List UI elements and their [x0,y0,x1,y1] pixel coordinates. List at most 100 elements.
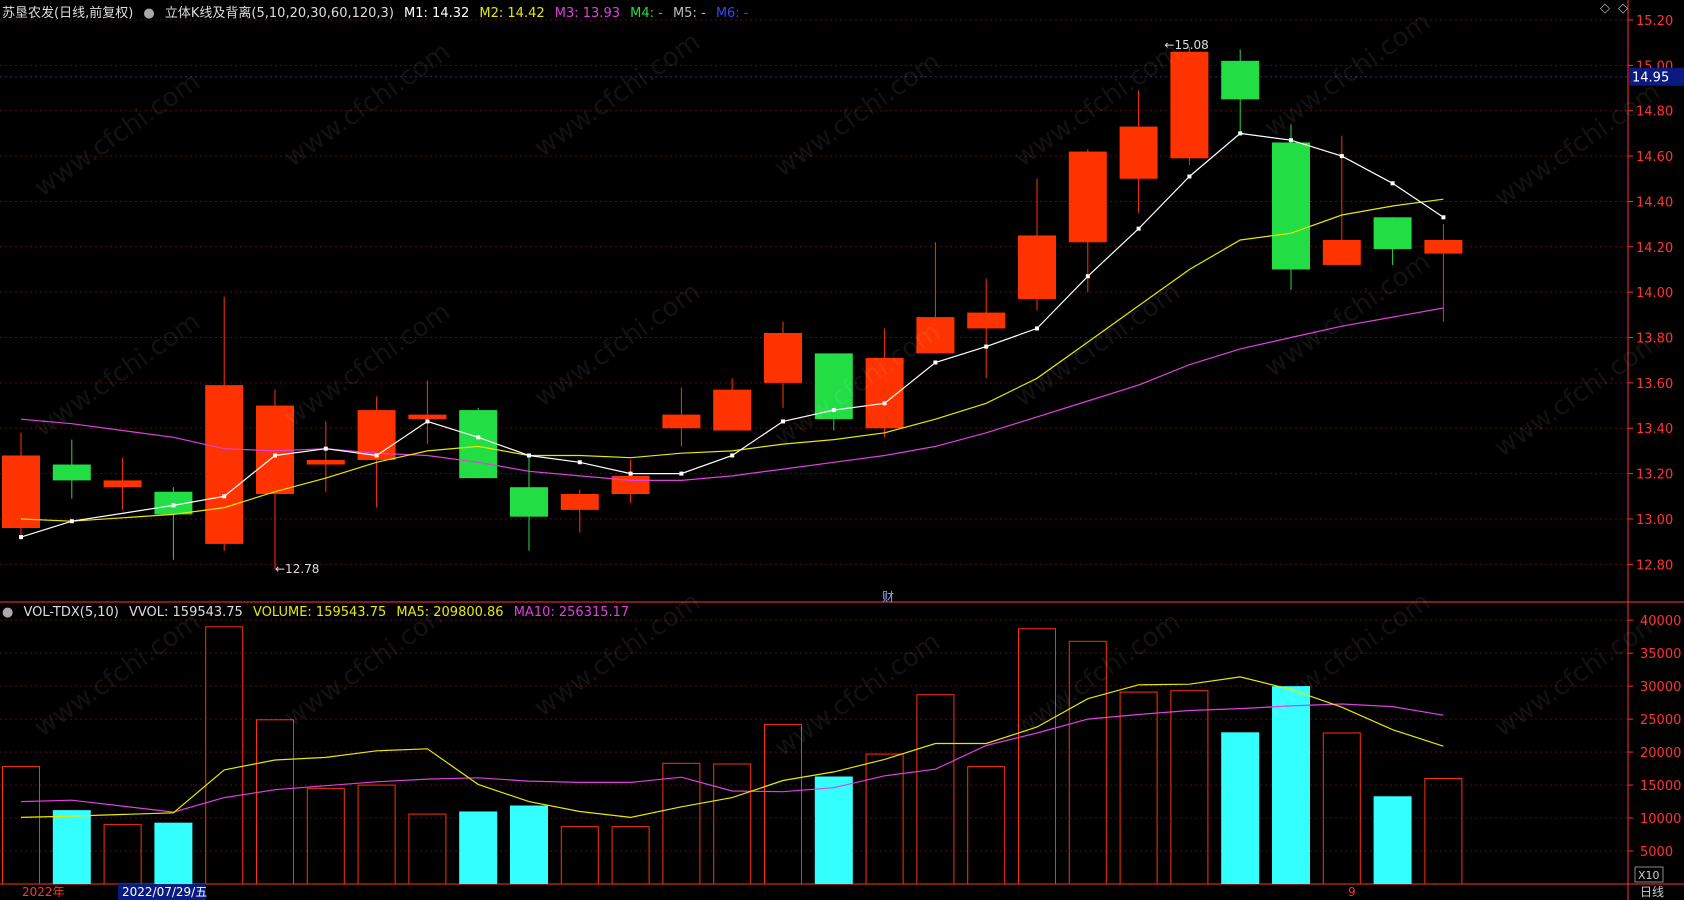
volume-indicator-name[interactable]: VOL-TDX(5,10) [23,605,118,620]
diamond-outline-icon[interactable]: ◇ [1618,1,1628,16]
volume-bar[interactable] [103,824,142,885]
price-tick-label: 13.40 [1636,422,1673,437]
volume-tick-label: 35000 [1640,647,1681,662]
price-tick-label: 14.60 [1636,150,1673,165]
candle-body[interactable] [1272,142,1310,270]
candle-body[interactable] [205,385,244,544]
ma-white-line-point [1035,326,1039,331]
candle-body[interactable] [916,317,955,354]
volume-bar[interactable] [1119,691,1158,885]
volume-bar[interactable] [2,766,40,885]
volume-bar[interactable] [1068,640,1107,885]
candle-body[interactable] [1424,239,1463,254]
candle-body[interactable] [52,464,91,481]
candle-body[interactable] [459,410,498,479]
ma-white-line-point [781,419,785,424]
ma-white-line-point [476,435,481,440]
volume-bar[interactable] [764,723,802,885]
volume-bar[interactable] [1373,796,1412,884]
ma-white-line-point [1187,174,1192,179]
ma-white-line-point [933,360,938,365]
cursor-date-label: 2022/07/29/五 [122,885,207,899]
volume-tick-label: 20000 [1640,746,1681,761]
volume-bar[interactable] [967,766,1006,885]
volume-bar[interactable] [154,822,193,884]
volume-bar[interactable] [1272,686,1310,884]
m1-value: M1: 14.32 [404,6,470,21]
stock-chart[interactable]: 15.2015.0014.8014.6014.4014.2014.0013.80… [0,0,1684,900]
m4-value: M4: - [630,6,663,21]
price-tick-label: 14.20 [1636,241,1673,256]
volume-bar[interactable] [916,694,955,885]
ma-white-line-point [679,471,684,476]
volume-bar[interactable] [306,787,345,885]
volume-bar[interactable] [510,805,548,884]
price-header: 苏垦农发(日线,前复权) ● 立体K线及背离(5,10,20,30,60,120… [2,2,755,21]
price-tick-label: 13.80 [1636,332,1673,347]
ma-white-line-point [831,408,836,413]
volume-bar[interactable] [611,826,650,885]
ma-white-line-point [374,453,379,458]
volume-bar[interactable] [1018,628,1056,885]
ma-white-line-point [1085,274,1090,279]
low-price-label: ←12.78 [275,562,319,576]
volume-bar[interactable] [814,776,853,884]
ma-white-line-point [527,453,531,458]
m3-value: M3: 13.93 [554,6,620,21]
candle-body[interactable] [662,414,701,429]
volume-bar[interactable] [713,763,752,885]
candle-body[interactable] [1373,217,1412,250]
price-tick-label: 14.40 [1636,195,1673,210]
candle-body[interactable] [103,480,142,488]
indicator-name[interactable]: 立体K线及背离(5,10,20,30,60,120,3) [165,6,394,21]
candle-body[interactable] [1068,151,1107,243]
candle-body[interactable] [611,475,650,495]
ma-white-line-point [1339,154,1344,159]
diamond-icon[interactable]: ◇ [1600,1,1610,16]
period-label: 日线 [1640,885,1664,899]
ma-white-line-point [19,535,23,540]
candle-body[interactable] [1018,235,1056,299]
price-tick-label: 14.00 [1636,286,1673,301]
candle-body[interactable] [764,332,802,383]
volume-bar[interactable] [560,826,599,885]
volume-bar[interactable] [662,762,701,885]
vvol-value: VVOL: 159543.75 [128,605,243,620]
volume-bar[interactable] [357,784,396,885]
ma-white-line-point [628,471,633,476]
candle-body[interactable] [713,389,752,431]
volume-bar[interactable] [52,810,91,884]
vol-ma10-value: MA10: 256315.17 [513,605,630,620]
volume-bar[interactable] [408,813,447,885]
high-price-label: ←15.08 [1164,38,1208,52]
volume-tick-label: 5000 [1640,845,1673,860]
stock-name[interactable]: 苏垦农发(日线,前复权) [2,6,133,21]
candle-body[interactable] [1322,239,1361,265]
candle-body[interactable] [1119,126,1158,179]
volume-bar[interactable] [1322,732,1361,885]
candle-body[interactable] [510,487,548,517]
ma-white-line-point [1390,181,1395,186]
ma-white-line-point [984,344,989,349]
ma-white-line-point [69,519,74,524]
candle-body[interactable] [560,494,599,510]
candle-body[interactable] [2,455,40,529]
price-tick-label: 12.80 [1636,558,1673,573]
candle-body[interactable] [408,414,447,420]
year-label: 2022年 [22,885,65,899]
ma-white-line-point [323,446,328,451]
volume-bar[interactable] [1170,690,1209,885]
volume-bar[interactable] [1221,732,1260,884]
volume-bar[interactable] [459,811,498,884]
candle-body[interactable] [967,312,1006,329]
volume-bar[interactable] [205,626,244,885]
volume-bar[interactable] [256,719,294,885]
ma-white-line-point [1289,138,1293,143]
volume-bar[interactable] [1424,777,1463,885]
volume-value: VOLUME: 159543.75 [252,605,387,620]
candle-body[interactable] [1221,60,1260,100]
candle-body[interactable] [306,459,345,465]
m6-value: M6: - [715,6,749,21]
zoom-label: X10 [1638,869,1660,882]
candle-body[interactable] [1170,51,1209,159]
